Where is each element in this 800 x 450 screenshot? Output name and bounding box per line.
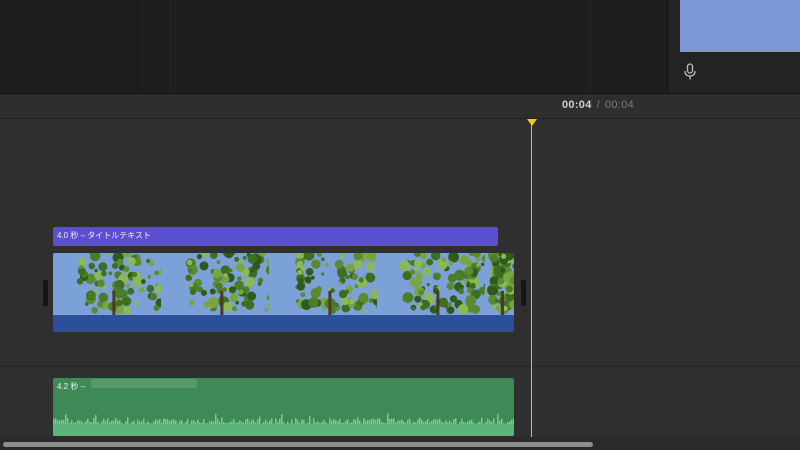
thumbnail-strip (53, 253, 514, 315)
playhead[interactable] (531, 124, 532, 437)
title-clip[interactable]: 4.0 秒 – タイトルテキスト (53, 227, 498, 246)
timecode-bar (0, 94, 800, 119)
total-time: 00:04 (605, 99, 635, 111)
current-time: 00:04 (562, 99, 592, 111)
playhead-handle[interactable] (527, 119, 537, 126)
audio-clip-label: 4.2 秒 – (57, 382, 86, 391)
column-guide (590, 0, 591, 93)
column-guide (170, 0, 171, 93)
video-clip[interactable] (53, 253, 514, 332)
video-thumbnail (269, 253, 377, 315)
track-divider (0, 366, 800, 367)
scrollbar-thumb[interactable] (3, 442, 593, 447)
audio-waveform (53, 413, 514, 436)
time-separator: / (596, 99, 600, 111)
video-thumbnail (485, 253, 514, 315)
clip-trim-handle-right[interactable] (521, 280, 526, 306)
clip-trim-handle-left[interactable] (43, 280, 48, 306)
microphone-icon[interactable] (683, 63, 697, 81)
audio-clip[interactable]: 4.2 秒 – (53, 378, 514, 436)
timecode-display: 00:04 / 00:04 (562, 99, 634, 111)
audio-clip-name-blurred (91, 379, 197, 388)
viewer-preview (680, 0, 800, 52)
column-divider (137, 0, 138, 93)
video-thumbnail (161, 253, 269, 315)
video-thumbnail (377, 253, 485, 315)
title-clip-label: 4.0 秒 – タイトルテキスト (57, 231, 151, 240)
video-thumbnail (53, 253, 161, 315)
